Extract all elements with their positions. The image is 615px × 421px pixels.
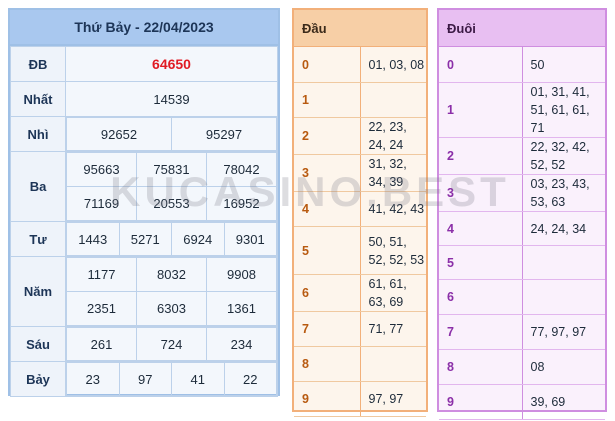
head-key: 7 [294, 311, 361, 347]
prize-row-ba: Ba 95663 75831 78042 71169 20553 16952 [10, 151, 278, 222]
head-values: 61, 61, 63, 69 [360, 274, 426, 312]
tail-key: 9 [439, 384, 523, 420]
head-values: 50, 51, 52, 52, 53 [360, 226, 426, 275]
tail-key: 4 [439, 211, 523, 246]
prize-row-db: ĐB 64650 [10, 46, 278, 82]
prize-row-nam: Năm 1177 8032 9908 2351 6303 1361 [10, 256, 278, 327]
head-key: 9 [294, 381, 361, 417]
tail-values: 24, 24, 34 [522, 211, 605, 246]
prize-value: 9301 [223, 222, 277, 256]
prize-row-bay: Bảy 23 97 41 22 [10, 361, 278, 397]
prize-value: 261 [66, 327, 137, 361]
head-values: 41, 42, 43 [360, 191, 426, 227]
tail-key: 2 [439, 137, 523, 175]
prize-value: 23 [66, 362, 120, 396]
head-digit-table: Đầu 0 01, 03, 08 1 2 22, 23, 24, 24 3 31, 3… [292, 8, 428, 417]
prize-value: 234 [206, 327, 277, 361]
prize-row-nhi: Nhì 92652 95297 [10, 116, 278, 152]
tail-values: 39, 69 [522, 384, 605, 420]
tail-values: 08 [522, 349, 605, 385]
head-key: 4 [294, 191, 361, 227]
prize-value: 75831 [136, 152, 207, 187]
head-header: Đầu [294, 10, 426, 47]
prize-value: 64650 [65, 46, 278, 82]
tail-key: 7 [439, 314, 523, 350]
head-values: 97, 97 [360, 381, 426, 417]
prize-value: 1443 [66, 222, 120, 256]
tail-values: 50 [522, 46, 605, 83]
prize-value: 78042 [206, 152, 277, 187]
prize-label: Bảy [10, 361, 66, 397]
prize-value: 6303 [136, 291, 207, 326]
prize-label: Ba [10, 151, 66, 222]
head-key: 1 [294, 82, 361, 118]
prize-value: 97 [118, 362, 172, 396]
tail-key: 3 [439, 174, 523, 212]
prize-value: 1177 [66, 257, 137, 292]
head-key: 2 [294, 117, 361, 155]
prize-value: 22 [223, 362, 277, 396]
tail-key: 8 [439, 349, 523, 385]
prize-value: 16952 [206, 186, 277, 221]
head-values: 22, 23, 24, 24 [360, 117, 426, 155]
tail-key: 0 [439, 46, 523, 83]
tail-digit-table: Đuôi 0 50 1 01, 31, 41, 51, 61, 61, 71 2 22… [437, 8, 607, 420]
prize-value: 95663 [66, 152, 137, 187]
head-key: 5 [294, 226, 361, 275]
prize-row-tu: Tư 1443 5271 6924 9301 [10, 221, 278, 257]
prize-value: 8032 [136, 257, 207, 292]
tail-values [522, 245, 605, 280]
prize-label: Năm [10, 256, 66, 327]
prize-label: Nhì [10, 116, 66, 152]
head-key: 0 [294, 46, 361, 83]
results-table: Thứ Bảy - 22/04/2023 ĐB 64650 Nhất 14539… [8, 8, 280, 397]
prize-label: ĐB [10, 46, 66, 82]
tail-values: 22, 32, 42, 52, 52 [522, 137, 605, 175]
prize-value: 14539 [65, 81, 278, 117]
prize-value: 5271 [118, 222, 172, 256]
prize-row-nhat: Nhất 14539 [10, 81, 278, 117]
tail-values: 01, 31, 41, 51, 61, 61, 71 [522, 82, 605, 138]
prize-value: 1361 [206, 291, 277, 326]
head-values [360, 82, 426, 118]
tail-values: 77, 97, 97 [522, 314, 605, 350]
prize-value: 92652 [66, 117, 172, 151]
prize-label: Sáu [10, 326, 66, 362]
prize-value: 95297 [171, 117, 277, 151]
tail-header: Đuôi [439, 10, 605, 47]
prize-label: Tư [10, 221, 66, 257]
tail-values [522, 279, 605, 315]
prize-value: 71169 [66, 186, 137, 221]
tail-key: 6 [439, 279, 523, 315]
head-values: 71, 77 [360, 311, 426, 347]
prize-value: 9908 [206, 257, 277, 292]
head-key: 3 [294, 154, 361, 192]
prize-row-sau: Sáu 261 724 234 [10, 326, 278, 362]
results-title: Thứ Bảy - 22/04/2023 [10, 10, 278, 46]
prize-value: 724 [136, 327, 207, 361]
head-values: 01, 03, 08 [360, 46, 426, 83]
head-key: 8 [294, 346, 361, 382]
prize-value: 41 [171, 362, 225, 396]
results-grid: ĐB 64650 Nhất 14539 Nhì 92652 95297 Ba 9… [10, 46, 278, 397]
prize-value: 6924 [171, 222, 225, 256]
tail-values: 03, 23, 43, 53, 63 [522, 174, 605, 212]
prize-value: 2351 [66, 291, 137, 326]
tail-key: 1 [439, 82, 523, 138]
head-values [360, 346, 426, 382]
prize-label: Nhất [10, 81, 66, 117]
prize-value: 20553 [136, 186, 207, 221]
tail-key: 5 [439, 245, 523, 280]
head-values: 31, 32, 34, 39 [360, 154, 426, 192]
head-key: 6 [294, 274, 361, 312]
